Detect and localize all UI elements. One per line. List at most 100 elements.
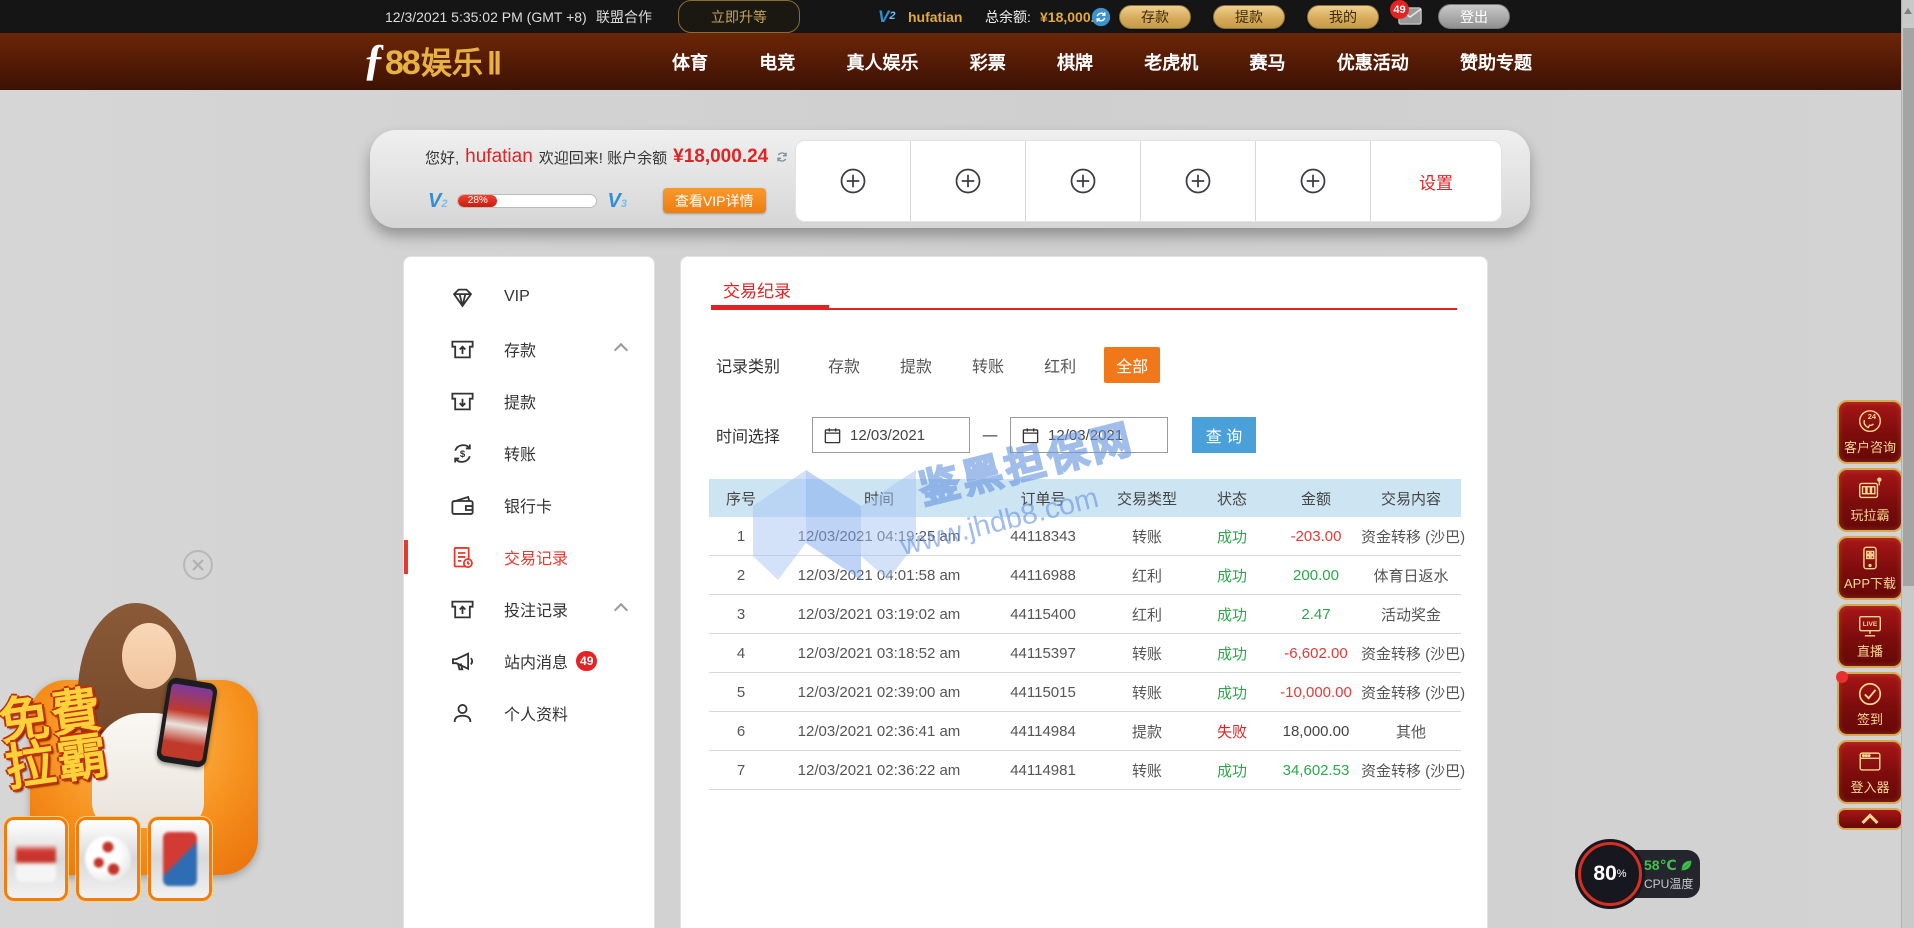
sidebar-item[interactable]: 提款 — [404, 375, 654, 427]
sidebar-item[interactable]: 投注记录 — [404, 583, 654, 635]
datetime-text: 12/3/2021 5:35:02 PM (GMT +8) — [385, 0, 587, 33]
sidebar-item-label: 交易记录 — [504, 545, 568, 569]
quick-action-button[interactable] — [796, 141, 911, 221]
cell-time: 12/03/2021 03:19:02 am — [773, 606, 985, 623]
transaction-panel: 交易纪录 记录类别 存款提款转账红利全部 时间选择 12/03/2021 一 1… — [680, 256, 1488, 928]
quick-action-button[interactable] — [1141, 141, 1256, 221]
filter-title: 记录类别 — [716, 353, 780, 377]
table-header-cell: 交易类型 — [1101, 488, 1193, 509]
tab-transaction-records[interactable]: 交易纪录 — [723, 277, 791, 302]
cell-amount: 34,602.53 — [1271, 762, 1361, 779]
withdraw-atm-icon — [449, 388, 476, 415]
quick-action-button[interactable] — [911, 141, 1026, 221]
sidebar-item[interactable]: VIP — [404, 271, 654, 323]
date-to-input[interactable]: 12/03/2021 — [1010, 417, 1168, 453]
filter-option[interactable]: 全部 — [1104, 347, 1160, 383]
nav-item[interactable]: 棋牌 — [1057, 49, 1093, 75]
cpu-monitor-widget: 58℃ CPU温度 80% — [1578, 842, 1708, 906]
filter-option[interactable]: 提款 — [888, 347, 944, 383]
nav-item[interactable]: 电竞 — [759, 49, 795, 75]
cell-status: 失败 — [1193, 721, 1271, 742]
promo-image[interactable]: 免費 拉霸 — [0, 585, 292, 870]
float-button[interactable]: 登入器 — [1837, 740, 1903, 804]
nav-item[interactable]: 老虎机 — [1144, 49, 1198, 75]
bet-record-icon — [449, 596, 476, 623]
settings-link[interactable]: 设置 — [1371, 141, 1501, 221]
alliance-link[interactable]: 联盟合作 — [596, 0, 652, 33]
float-button[interactable]: 玩拉霸 — [1837, 468, 1903, 532]
sidebar-item[interactable]: 站内消息 49 — [404, 635, 654, 687]
slot-machine-icon — [1855, 476, 1885, 504]
scrollbar-thumb[interactable] — [1903, 28, 1914, 586]
float-button-label: 直播 — [1857, 641, 1883, 660]
cell-no: 7 — [709, 762, 773, 779]
refresh-icon[interactable] — [774, 149, 790, 165]
cell-status: 成功 — [1193, 565, 1271, 586]
notification-dot — [1836, 671, 1848, 683]
float-button[interactable]: LIVE 直播 — [1837, 604, 1903, 668]
sidebar-item[interactable]: 交易记录 — [404, 531, 654, 583]
transactions-table: 序号时间订单号交易类型状态金额交易内容 1 12/03/2021 04:19:2… — [709, 479, 1461, 790]
query-button[interactable]: 查 询 — [1192, 417, 1256, 453]
topbar-mine-button[interactable]: 我的 — [1307, 5, 1379, 29]
refresh-balance-icon[interactable] — [1091, 0, 1111, 33]
sidebar-item[interactable]: $ 转账 — [404, 427, 654, 479]
sidebar-item[interactable]: 个人资料 — [404, 687, 654, 739]
bank-card-icon — [449, 492, 476, 519]
topbar-withdraw-button[interactable]: 提款 — [1213, 5, 1285, 29]
cell-content: 其他 — [1361, 721, 1461, 742]
filter-option[interactable]: 红利 — [1032, 347, 1088, 383]
sidebar-item[interactable]: 银行卡 — [404, 479, 654, 531]
quick-action-button[interactable] — [1256, 141, 1371, 221]
float-button[interactable]: APP下载 — [1837, 536, 1903, 600]
quick-action-button[interactable] — [1026, 141, 1141, 221]
tab-divider-line — [711, 308, 1457, 310]
nav-item[interactable]: 彩票 — [970, 49, 1006, 75]
cell-content: 资金转移 (沙巴) — [1361, 682, 1461, 703]
greeting: 您好, hufatian 欢迎回来! 账户余额 ¥18,000.24 — [425, 146, 790, 168]
cell-no: 5 — [709, 684, 773, 701]
nav-item[interactable]: 体育 — [672, 49, 708, 75]
topbar-deposit-button[interactable]: 存款 — [1119, 5, 1191, 29]
cell-no: 3 — [709, 606, 773, 623]
sidebar-item[interactable]: 存款 — [404, 323, 654, 375]
cell-status: 成功 — [1193, 682, 1271, 703]
scrollbar-up-arrow[interactable] — [1904, 8, 1912, 14]
cell-time: 12/03/2021 03:18:52 am — [773, 645, 985, 662]
cell-amount: 18,000.00 — [1271, 723, 1361, 740]
cell-amount: -10,000.00 — [1271, 684, 1361, 701]
upgrade-button[interactable]: 立即升等 — [678, 0, 800, 33]
site-logo[interactable]: ƒ 88 娱乐 Ⅱ — [363, 38, 502, 83]
nav-item[interactable]: 赛马 — [1250, 49, 1286, 75]
table-header-row: 序号时间订单号交易类型状态金额交易内容 — [709, 479, 1461, 517]
cell-status: 成功 — [1193, 760, 1271, 781]
filter-option[interactable]: 存款 — [816, 347, 872, 383]
nav-item[interactable]: 赞助专题 — [1460, 49, 1532, 75]
vip-detail-button[interactable]: 查看VIP详情 — [663, 188, 766, 213]
profile-person-icon — [449, 700, 476, 727]
date-from-input[interactable]: 12/03/2021 — [812, 417, 970, 453]
time-select-label: 时间选择 — [716, 423, 780, 447]
promo-model-face — [122, 623, 176, 689]
nav-item[interactable]: 真人娱乐 — [847, 49, 919, 75]
nav-item[interactable]: 优惠活动 — [1337, 49, 1409, 75]
promo-banner: 免費 拉霸 — [0, 540, 292, 870]
cell-status: 成功 — [1193, 526, 1271, 547]
sidebar-item-label: 存款 — [504, 337, 536, 361]
cell-content: 体育日返水 — [1361, 565, 1461, 586]
float-button[interactable]: 24 客户咨询 — [1837, 400, 1903, 464]
promo-close-icon[interactable] — [183, 550, 213, 580]
cell-order: 44118343 — [985, 528, 1101, 545]
float-collapse-button[interactable] — [1837, 808, 1903, 830]
cell-order: 44114984 — [985, 723, 1101, 740]
cell-no: 1 — [709, 528, 773, 545]
launcher-window-icon — [1855, 748, 1885, 776]
logout-button[interactable]: 登出 — [1438, 4, 1510, 29]
page-scrollbar[interactable] — [1901, 0, 1914, 928]
float-button[interactable]: 签到 — [1837, 672, 1903, 736]
cell-content: 资金转移 (沙巴) — [1361, 526, 1461, 547]
slot-item-phone — [148, 817, 212, 901]
filter-option[interactable]: 转账 — [960, 347, 1016, 383]
account-sidebar: VIP 存款 提款 $ 转账 — [403, 256, 655, 928]
cell-type: 转账 — [1101, 682, 1193, 703]
